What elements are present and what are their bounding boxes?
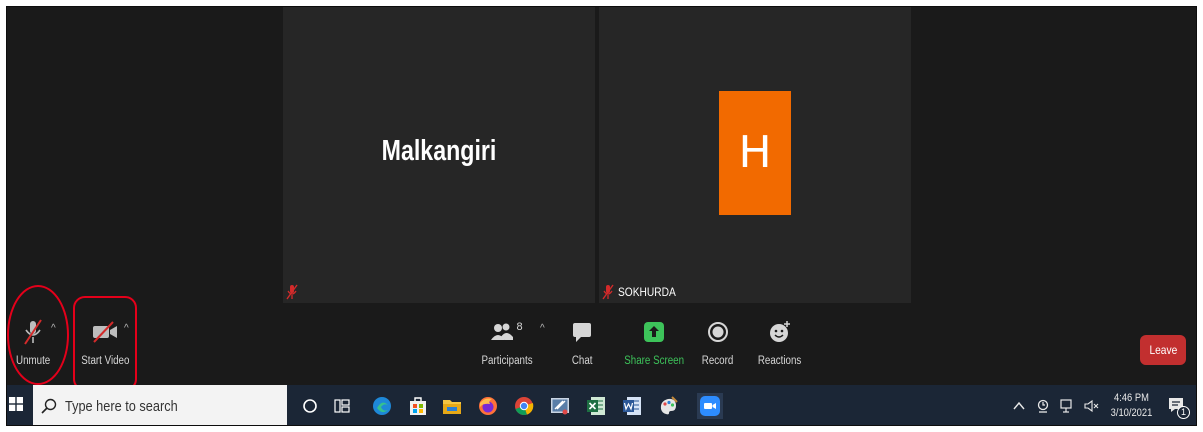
store-icon[interactable] — [405, 393, 431, 419]
leave-button[interactable]: Leave — [1140, 335, 1186, 365]
tile-footer: SOKHURDA — [601, 283, 686, 301]
snipping-tool-icon[interactable] — [547, 393, 573, 419]
onedrive-icon[interactable] — [1034, 397, 1052, 415]
paint-icon[interactable] — [655, 393, 681, 419]
reactions-button[interactable]: Reactions — [754, 317, 805, 367]
share-screen-icon — [644, 322, 665, 342]
windows-taskbar: 4:46 PM 3/10/2021 1 — [7, 385, 1196, 425]
reactions-icon — [769, 321, 790, 342]
participant-tile-sokhurda[interactable]: H SOKHURDA — [599, 7, 911, 303]
excel-icon[interactable] — [583, 393, 609, 419]
highlight-ring-start-video — [73, 296, 137, 391]
task-view-icon[interactable] — [329, 393, 355, 419]
participants-icon — [491, 323, 514, 340]
participants-button[interactable]: 8 Participants — [477, 317, 537, 367]
chevron-up-icon[interactable] — [1010, 397, 1028, 415]
chat-label: Chat — [571, 355, 593, 367]
share-screen-label: Share Screen — [624, 355, 685, 367]
participants-label: Participants — [481, 355, 533, 367]
firefox-icon[interactable] — [475, 393, 501, 419]
clock-date: 3/10/2021 — [1110, 407, 1153, 419]
notification-badge: 1 — [1177, 406, 1190, 419]
speaker-muted-icon[interactable] — [1082, 397, 1100, 415]
chrome-icon[interactable] — [511, 393, 537, 419]
meeting-toolbar: Unmute ^ Start Video ^ 8 Participants ^ … — [7, 303, 1196, 385]
search-icon — [41, 398, 57, 414]
muted-mic-icon — [286, 284, 298, 300]
file-explorer-icon[interactable] — [439, 393, 465, 419]
participants-caret-icon[interactable]: ^ — [540, 323, 545, 334]
record-icon — [707, 322, 728, 342]
system-tray: 4:46 PM 3/10/2021 1 — [1007, 385, 1196, 425]
chat-button[interactable]: Chat — [570, 317, 594, 367]
edge-icon[interactable] — [369, 393, 395, 419]
record-button[interactable]: Record — [699, 317, 736, 367]
leave-label: Leave — [1149, 343, 1177, 357]
zoom-window: Malkangiri H SOKHURDA Unmute ^ Start Vid… — [6, 6, 1197, 426]
windows-start-icon[interactable] — [9, 397, 23, 411]
clock-time: 4:46 PM — [1114, 392, 1149, 404]
tile-footer — [285, 283, 302, 301]
network-icon[interactable] — [1058, 397, 1076, 415]
search-input[interactable] — [65, 397, 235, 415]
highlight-ring-unmute — [7, 285, 69, 385]
participant-tile-malkangiri[interactable]: Malkangiri — [283, 7, 595, 303]
zoom-icon[interactable] — [697, 393, 723, 419]
record-label: Record — [701, 355, 734, 367]
share-screen-button[interactable]: Share Screen — [619, 317, 689, 367]
cortana-icon[interactable] — [297, 393, 323, 419]
taskbar-search-box[interactable] — [33, 385, 287, 425]
muted-mic-icon — [602, 284, 614, 300]
reactions-label: Reactions — [757, 355, 802, 367]
word-icon[interactable] — [619, 393, 645, 419]
participant-avatar: H — [719, 91, 791, 215]
participant-name-display: Malkangiri — [381, 135, 497, 167]
notification-center-button[interactable]: 1 — [1166, 395, 1190, 419]
chat-icon — [573, 323, 592, 342]
participants-count: 8 — [516, 321, 523, 333]
participant-footer-name: SOKHURDA — [618, 285, 676, 299]
taskbar-clock[interactable]: 4:46 PM 3/10/2021 — [1111, 391, 1153, 421]
